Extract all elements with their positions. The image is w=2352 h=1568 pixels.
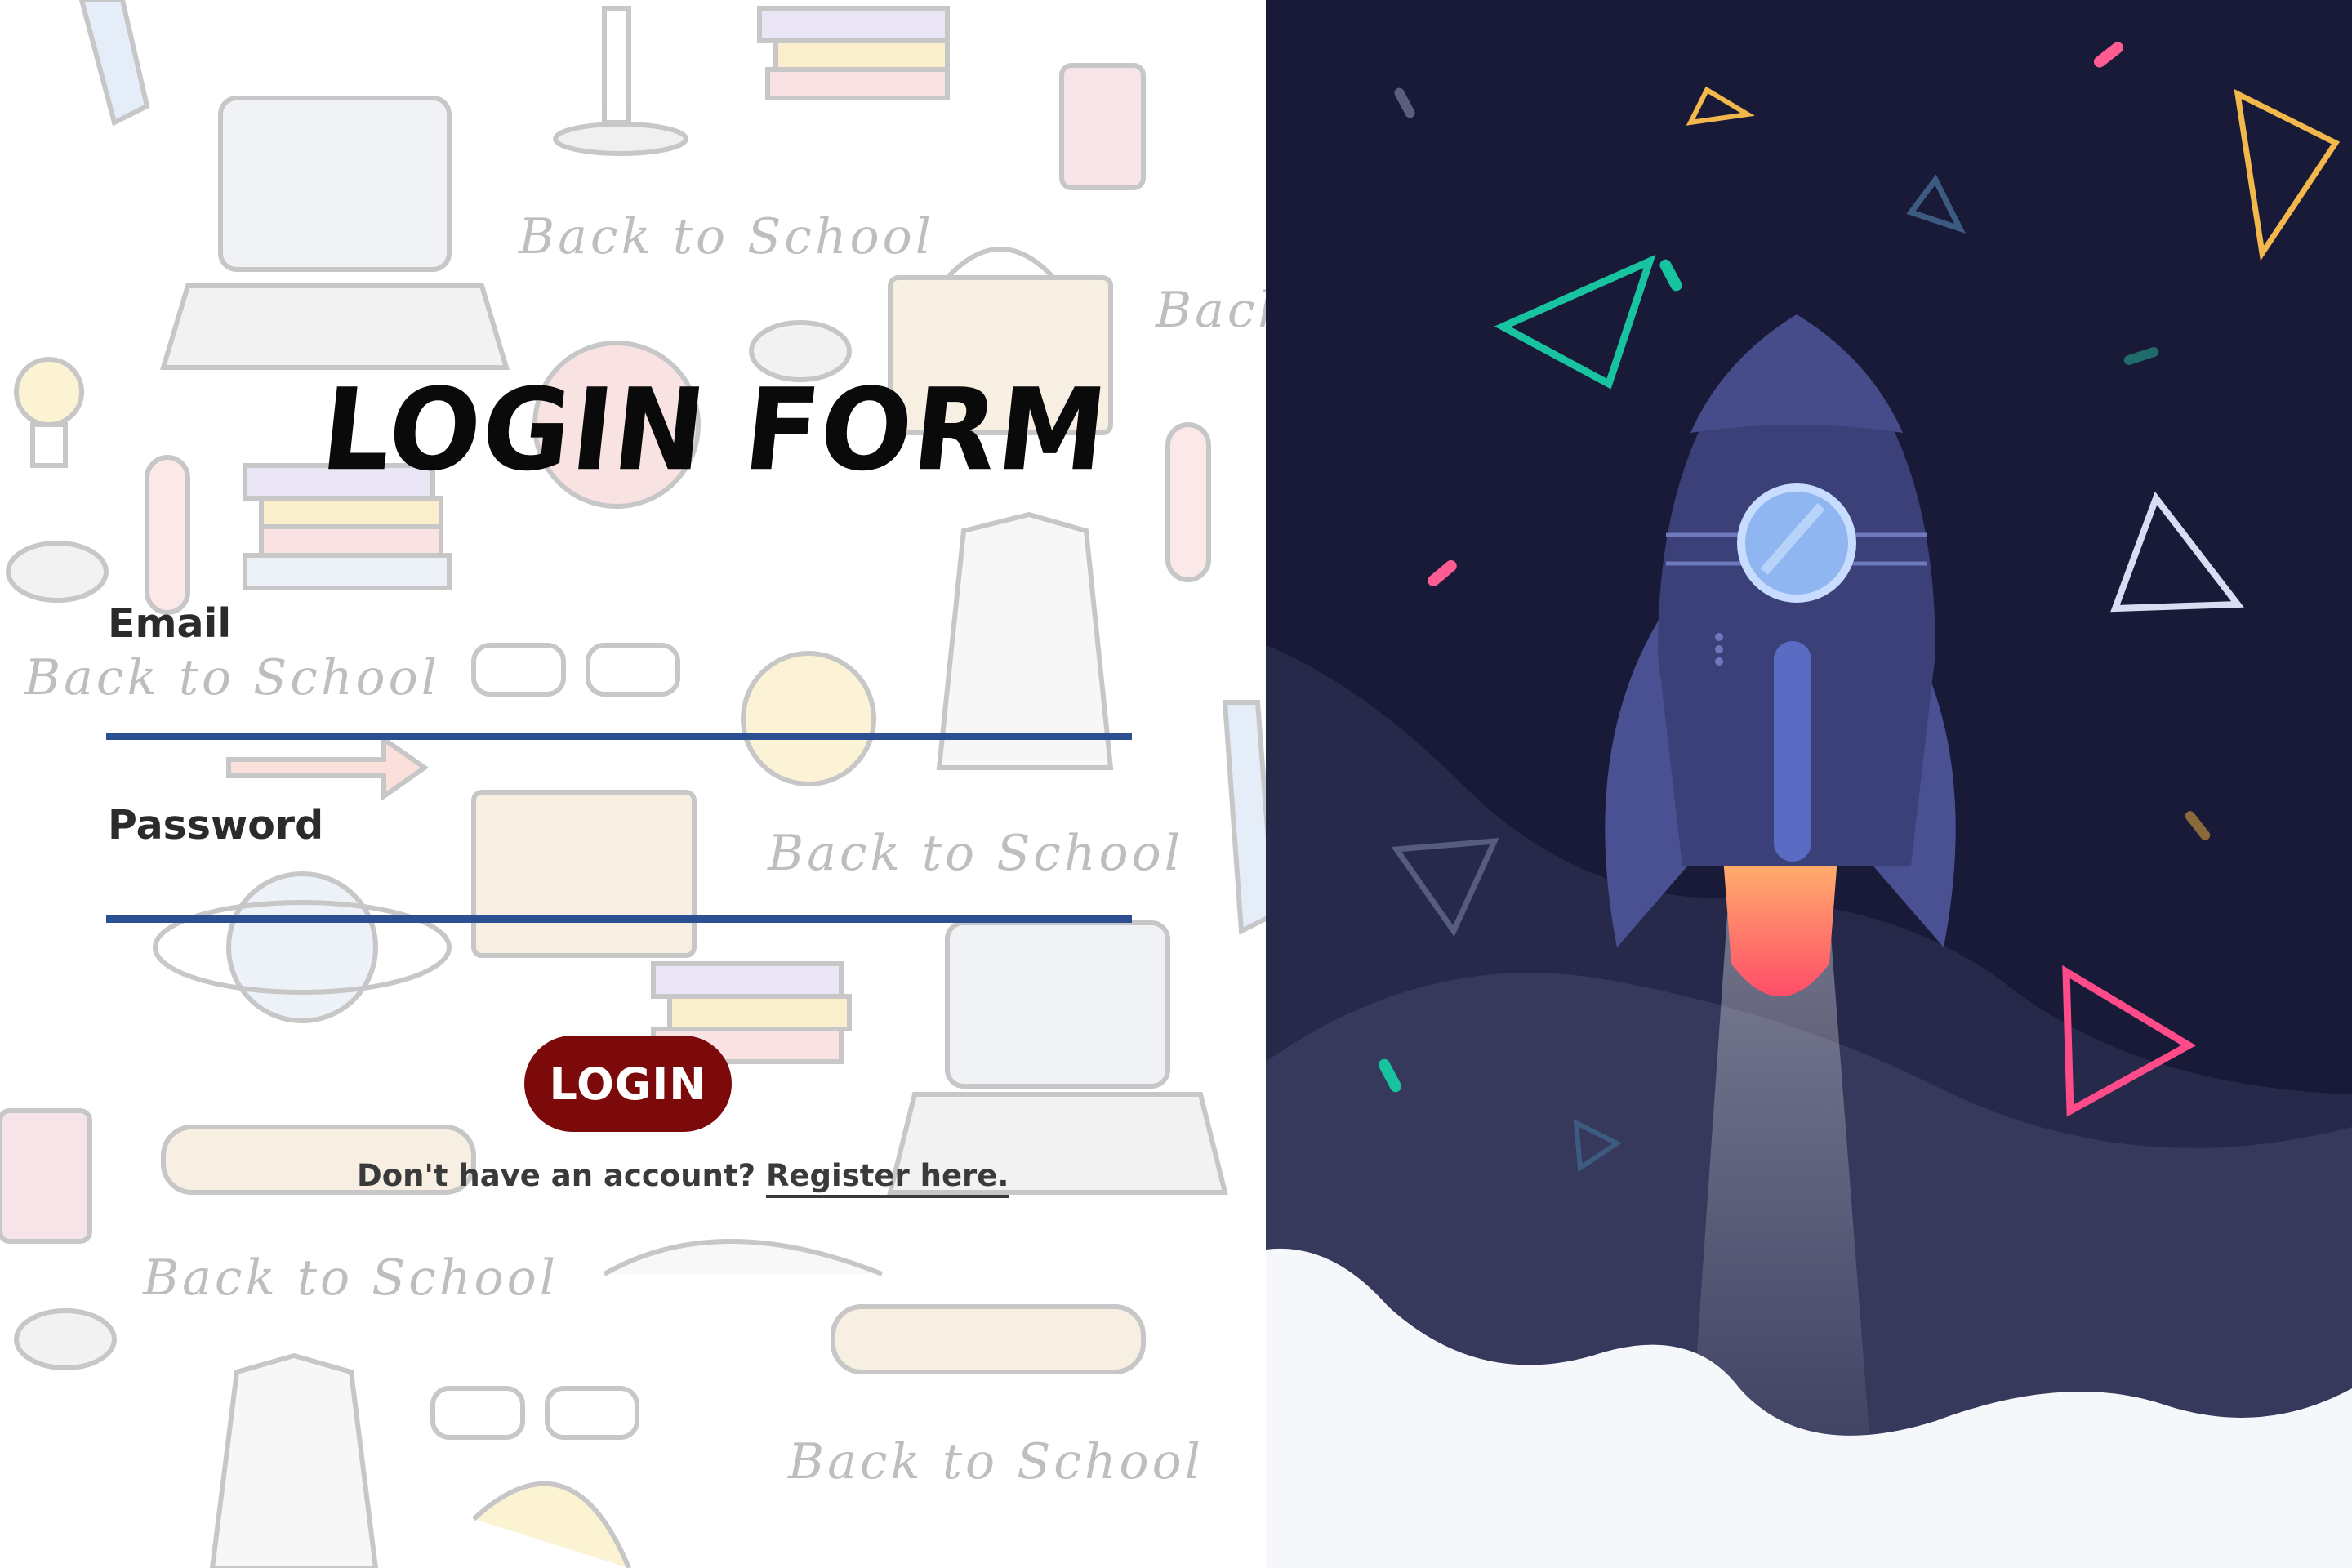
password-label: Password <box>108 802 324 849</box>
rocket-window-icon <box>1737 483 1856 603</box>
illustration-panel <box>1266 0 2352 1568</box>
password-field[interactable] <box>106 866 1132 923</box>
triangle-icon <box>2110 491 2244 612</box>
triangle-icon <box>1686 86 1755 126</box>
shirt-bottom-icon <box>209 1352 379 1568</box>
triangle-icon <box>1906 174 1966 234</box>
pattern-text: Back to School <box>787 1433 1204 1490</box>
register-prompt: Don't have an account? <box>357 1158 756 1193</box>
arrow-doodle-icon <box>226 734 430 801</box>
triangle-icon <box>1494 254 1656 390</box>
confetti-icon <box>1428 560 1457 586</box>
pattern-text: Back to School <box>1155 282 1266 339</box>
email-label: Email <box>108 600 232 647</box>
books-icon <box>757 6 950 100</box>
lamp-bottom-icon <box>471 1481 631 1568</box>
confetti-icon <box>1659 259 1682 292</box>
open-book-icon <box>603 1239 884 1276</box>
rocket-nose-highlight <box>1690 314 1903 433</box>
rocket-illustration <box>1266 42 2352 1568</box>
confetti-icon <box>2123 347 2159 365</box>
page-title: LOGIN FORM <box>315 364 1115 497</box>
email-field[interactable] <box>106 683 1132 740</box>
confetti-icon <box>2093 42 2124 68</box>
pattern-text: Back to School <box>518 208 934 265</box>
lamp-icon <box>553 6 688 156</box>
school-doodle-background: Back to School Back to School Back to Sc… <box>0 0 1266 1568</box>
lightbulb-icon <box>14 357 84 468</box>
confetti-icon <box>1394 87 1415 118</box>
pattern-text: Back to School <box>142 1250 559 1307</box>
login-panel: Back to School Back to School Back to Sc… <box>0 0 1266 1568</box>
glasses-bottom-icon <box>430 1386 639 1440</box>
triangle-icon <box>2234 88 2341 261</box>
confetti-icon <box>2185 811 2211 840</box>
laptop-icon <box>159 96 510 370</box>
pencil-cup-left-icon <box>0 1108 92 1244</box>
pencil-cup-icon <box>1059 63 1146 190</box>
laptop-lower-icon <box>887 920 1228 1195</box>
login-button[interactable]: LOGIN <box>524 1036 732 1132</box>
register-prompt-row: Don't have an account? Register here. <box>357 1158 1009 1198</box>
register-link[interactable]: Register here. <box>765 1158 1009 1198</box>
